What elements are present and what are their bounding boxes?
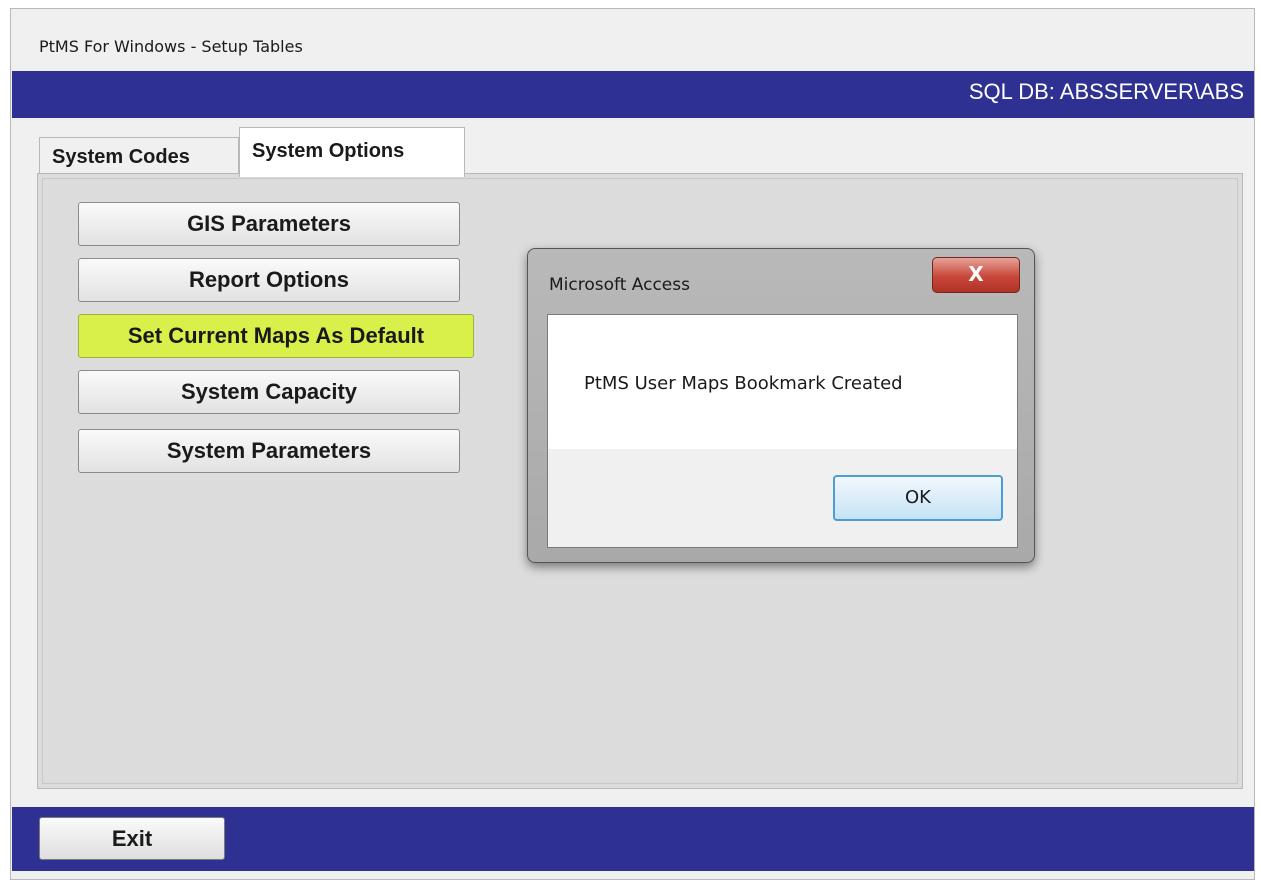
dialog-footer: OK	[548, 449, 1017, 547]
tab-system-codes[interactable]: System Codes	[39, 137, 239, 175]
dialog-message: PtMS User Maps Bookmark Created	[584, 373, 903, 394]
header-band: SQL DB: ABSSERVER\ABS	[12, 71, 1254, 118]
message-dialog: Microsoft Access X PtMS User Maps Bookma…	[527, 248, 1035, 563]
title-bar: PtMS For Windows - Setup Tables	[11, 9, 1254, 71]
footer-band: Exit	[12, 807, 1254, 871]
ok-button[interactable]: OK	[833, 475, 1003, 521]
gis-parameters-button[interactable]: GIS Parameters	[78, 202, 460, 246]
sql-db-label: SQL DB: ABSSERVER\ABS	[968, 79, 1244, 104]
window-title: PtMS For Windows - Setup Tables	[39, 37, 303, 56]
close-icon[interactable]: X	[932, 257, 1020, 293]
system-capacity-button[interactable]: System Capacity	[78, 370, 460, 414]
report-options-button[interactable]: Report Options	[78, 258, 460, 302]
dialog-body: PtMS User Maps Bookmark Created OK	[547, 314, 1018, 548]
dialog-title: Microsoft Access	[549, 275, 690, 295]
exit-button[interactable]: Exit	[39, 817, 225, 860]
set-current-maps-default-button[interactable]: Set Current Maps As Default	[78, 314, 474, 358]
system-parameters-button[interactable]: System Parameters	[78, 429, 460, 473]
tab-system-options[interactable]: System Options	[239, 127, 465, 177]
